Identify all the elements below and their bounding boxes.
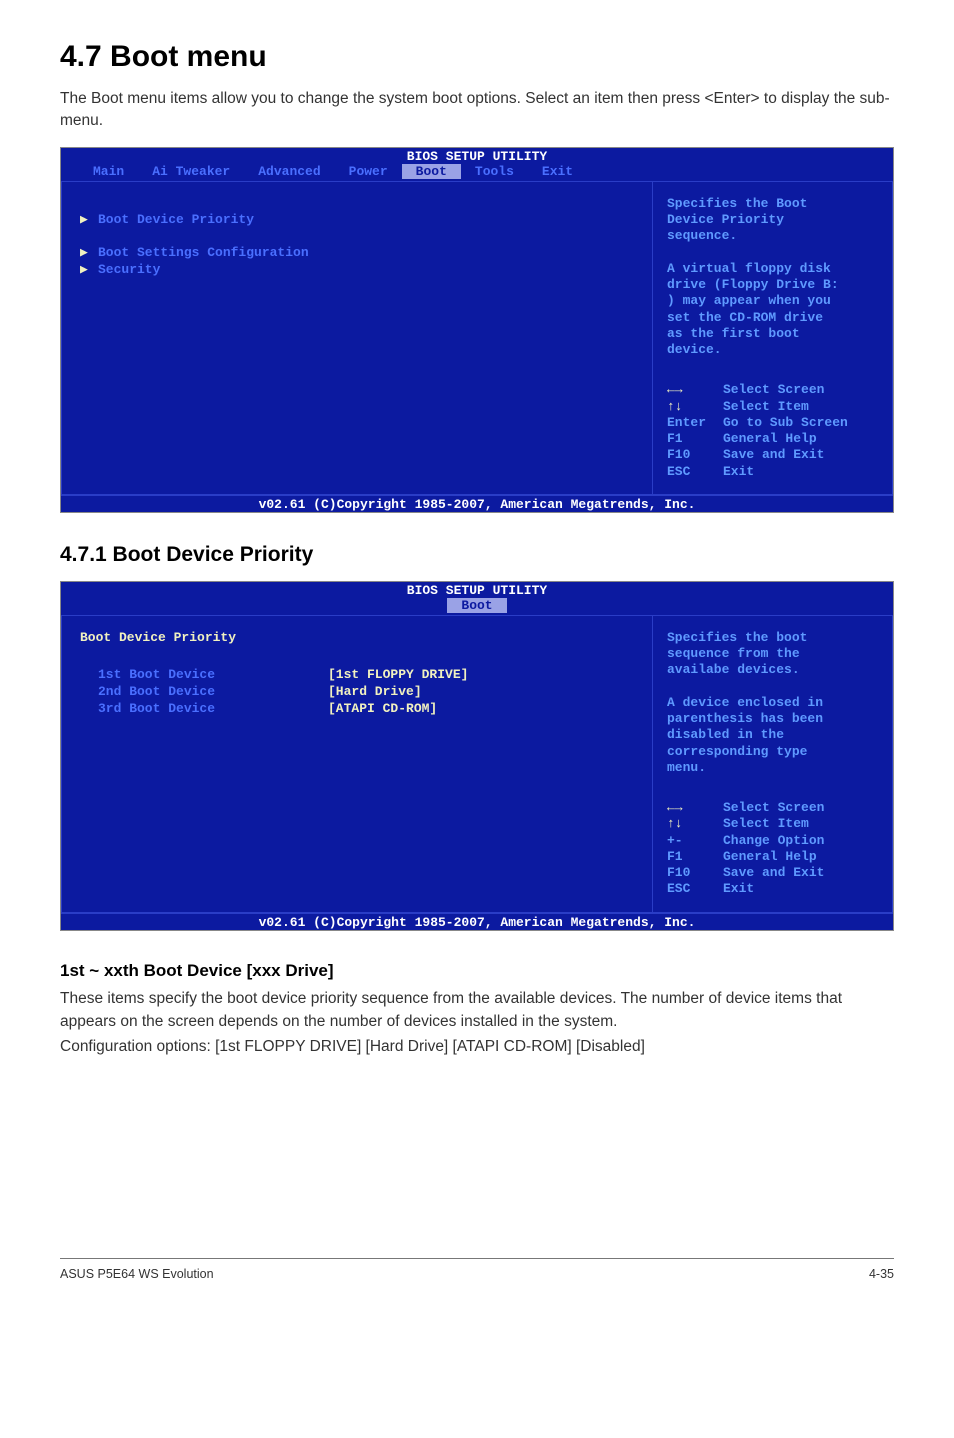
bios-tabs: Main Ai Tweaker Advanced Power Boot Tool…: [61, 164, 893, 182]
bios-screenshot-2: BIOS SETUP UTILITY Boot Boot Device Prio…: [60, 581, 894, 931]
tab-tools: Tools: [461, 164, 528, 179]
bios-footer: v02.61 (C)Copyright 1985-2007, American …: [61, 495, 893, 512]
setting-value: [Hard Drive]: [328, 684, 422, 699]
key-label: Select Screen: [723, 800, 824, 816]
menu-label: Security: [98, 262, 328, 277]
page-footer: ASUS P5E64 WS Evolution 4-35: [60, 1258, 894, 1281]
arrows-lr-icon: ←→: [667, 382, 723, 398]
submenu-arrow-icon: ▶: [80, 212, 98, 227]
menu-item-boot-device-priority: ▶ Boot Device Priority: [80, 212, 634, 227]
setting-label: 3rd Boot Device: [98, 701, 328, 716]
key-f10: F10: [667, 447, 723, 463]
bios-key-help: ←→Select Screen ↑↓Select Item EnterGo to…: [667, 382, 878, 480]
key-esc: ESC: [667, 881, 723, 897]
tab-exit: Exit: [528, 164, 587, 179]
help-text: Specifies the Boot Device Priority seque…: [667, 196, 878, 359]
bios-help-pane: Specifies the boot sequence from the ava…: [653, 616, 893, 913]
key-label: Exit: [723, 464, 754, 480]
key-f1: F1: [667, 849, 723, 865]
key-esc: ESC: [667, 464, 723, 480]
key-label: Save and Exit: [723, 447, 824, 463]
body-text: These items specify the boot device prio…: [60, 987, 894, 1034]
menu-label: Boot Device Priority: [98, 212, 328, 227]
bios-left-pane: Boot Device Priority 1st Boot Device [1s…: [61, 616, 653, 913]
key-label: Select Item: [723, 399, 809, 415]
bios-tabs: Boot: [61, 598, 893, 616]
item-heading: 1st ~ xxth Boot Device [xxx Drive]: [60, 961, 894, 981]
key-enter: Enter: [667, 415, 723, 431]
key-label: General Help: [723, 431, 817, 447]
tab-power: Power: [335, 164, 402, 179]
bios-key-help: ←→Select Screen ↑↓Select Item +-Change O…: [667, 800, 878, 898]
arrows-ud-icon: ↑↓: [667, 399, 723, 415]
key-f1: F1: [667, 431, 723, 447]
tab-ai-tweaker: Ai Tweaker: [138, 164, 244, 179]
key-f10: F10: [667, 865, 723, 881]
key-label: Exit: [723, 881, 754, 897]
bios-help-pane: Specifies the Boot Device Priority seque…: [653, 182, 893, 495]
submenu-arrow-icon: ▶: [80, 262, 98, 277]
body-text: Configuration options: [1st FLOPPY DRIVE…: [60, 1035, 894, 1058]
row-2nd-boot-device: 2nd Boot Device [Hard Drive]: [80, 684, 634, 699]
footer-left: ASUS P5E64 WS Evolution: [60, 1267, 214, 1281]
group-title: Boot Device Priority: [80, 630, 634, 645]
help-text: Specifies the boot sequence from the ava…: [667, 630, 878, 776]
arrows-ud-icon: ↑↓: [667, 816, 723, 832]
footer-right: 4-35: [869, 1267, 894, 1281]
bios-left-pane: ▶ Boot Device Priority ▶ Boot Settings C…: [61, 182, 653, 495]
tab-boot: Boot: [447, 598, 506, 613]
setting-value: [1st FLOPPY DRIVE]: [328, 667, 468, 682]
intro-text: The Boot menu items allow you to change …: [60, 88, 894, 133]
key-label: Select Item: [723, 816, 809, 832]
key-label: Select Screen: [723, 382, 824, 398]
setting-label: 2nd Boot Device: [98, 684, 328, 699]
tab-advanced: Advanced: [244, 164, 334, 179]
setting-value: [ATAPI CD-ROM]: [328, 701, 437, 716]
tab-main: Main: [79, 164, 138, 179]
submenu-arrow-icon: ▶: [80, 245, 98, 260]
section-heading: 4.7 Boot menu: [60, 40, 894, 74]
row-3rd-boot-device: 3rd Boot Device [ATAPI CD-ROM]: [80, 701, 634, 716]
menu-item-security: ▶ Security: [80, 262, 634, 277]
bios-title: BIOS SETUP UTILITY: [61, 582, 893, 598]
key-label: Change Option: [723, 833, 824, 849]
row-1st-boot-device: 1st Boot Device [1st FLOPPY DRIVE]: [80, 667, 634, 682]
bios-footer: v02.61 (C)Copyright 1985-2007, American …: [61, 913, 893, 930]
key-label: General Help: [723, 849, 817, 865]
setting-label: 1st Boot Device: [98, 667, 328, 682]
key-label: Go to Sub Screen: [723, 415, 848, 431]
bios-screenshot-1: BIOS SETUP UTILITY Main Ai Tweaker Advan…: [60, 147, 894, 513]
menu-label: Boot Settings Configuration: [98, 245, 328, 260]
arrows-lr-icon: ←→: [667, 800, 723, 816]
tab-boot: Boot: [402, 164, 461, 179]
subsection-heading: 4.7.1 Boot Device Priority: [60, 543, 894, 567]
menu-item-boot-settings-configuration: ▶ Boot Settings Configuration: [80, 245, 634, 260]
key-label: Save and Exit: [723, 865, 824, 881]
key-plusminus: +-: [667, 833, 723, 849]
bios-title: BIOS SETUP UTILITY: [61, 148, 893, 164]
